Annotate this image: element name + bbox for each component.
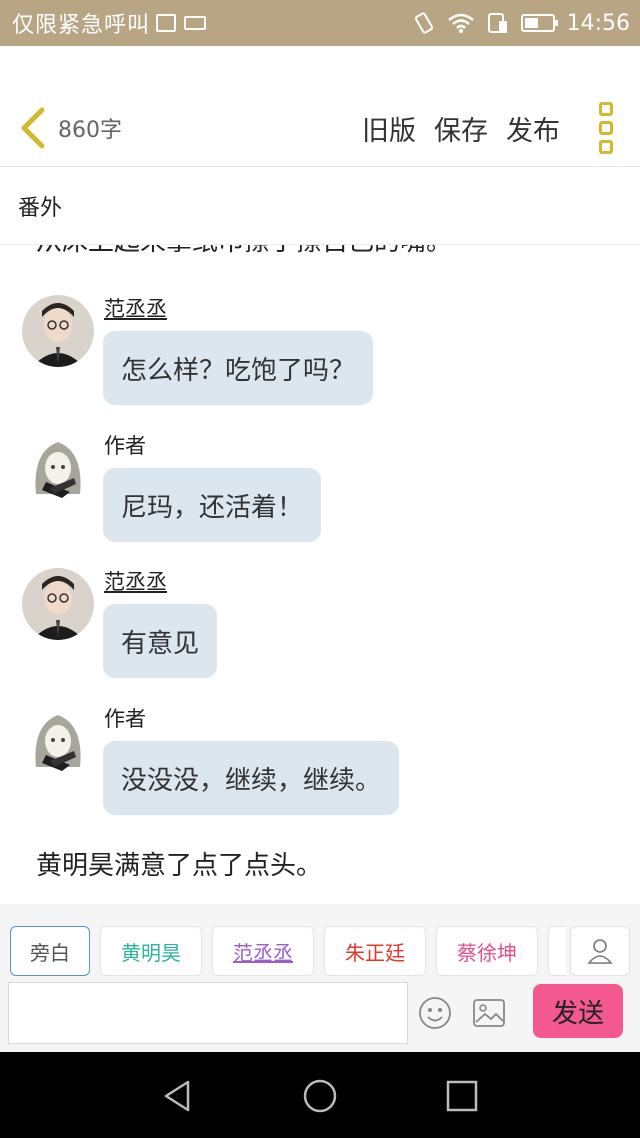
role-label: 旁白 bbox=[30, 940, 70, 965]
user-icon bbox=[587, 939, 613, 964]
role-button[interactable]: 范丞丞 bbox=[212, 926, 314, 976]
wifi-icon bbox=[447, 13, 474, 33]
more-menu-icon[interactable] bbox=[596, 102, 616, 154]
narration-text[interactable]: 黄明昊满意了点了点头。 bbox=[36, 845, 322, 882]
chapter-title[interactable]: 番外 bbox=[18, 190, 62, 222]
old-version-button[interactable]: 旧版 bbox=[362, 109, 416, 148]
speaker-name: 作者 bbox=[104, 434, 146, 458]
chat-bubble[interactable]: 怎么样？吃饱了吗？ bbox=[103, 331, 374, 405]
save-button[interactable]: 保存 bbox=[434, 109, 488, 148]
speaker-name: 范丞丞 bbox=[104, 570, 167, 594]
speaker-name: 范丞丞 bbox=[104, 297, 167, 321]
send-button[interactable]: 发送 bbox=[533, 984, 623, 1038]
anime-avatar[interactable] bbox=[22, 432, 94, 504]
image-picker-icon[interactable] bbox=[472, 998, 506, 1028]
composer-panel: 旁白 黄明昊 范丞丞 朱正廷 蔡徐坤 发送 bbox=[0, 904, 640, 1052]
role-narrator-button[interactable]: 旁白 bbox=[10, 926, 90, 976]
chat-bubble[interactable]: 没没没，继续，继续。 bbox=[103, 741, 400, 815]
role-label: 黄明昊 bbox=[121, 940, 181, 965]
nav-home-icon[interactable] bbox=[302, 1078, 338, 1114]
status-bar: 仅限紧急呼叫 14:56 bbox=[0, 0, 640, 46]
message-input[interactable] bbox=[8, 982, 408, 1044]
publish-button[interactable]: 发布 bbox=[506, 109, 560, 148]
keyboard-icon bbox=[184, 16, 207, 30]
chat-bubble[interactable]: 尼玛，还活着！ bbox=[103, 468, 322, 542]
back-chevron-icon[interactable] bbox=[16, 106, 48, 150]
role-button[interactable]: 黄明昊 bbox=[100, 926, 202, 976]
system-nav-bar bbox=[0, 1052, 640, 1138]
carrier-text: 仅限紧急呼叫 bbox=[12, 13, 151, 38]
vibrate-icon bbox=[414, 12, 433, 34]
editor-header: 860字 旧版 保存 发布 bbox=[0, 92, 640, 164]
nav-recents-icon[interactable] bbox=[446, 1080, 478, 1112]
sim-icon bbox=[487, 13, 507, 33]
narration-line-cut: 从床上起来拿纸巾擦了擦自己的嘴。 bbox=[36, 245, 452, 258]
role-button[interactable]: 蔡徐坤 bbox=[436, 926, 538, 976]
anime-avatar[interactable] bbox=[22, 705, 94, 777]
role-label: 范丞丞 bbox=[233, 940, 293, 965]
photo-avatar[interactable] bbox=[22, 568, 94, 640]
photo-avatar[interactable] bbox=[22, 295, 94, 367]
clock: 14:56 bbox=[566, 10, 630, 36]
battery-icon bbox=[520, 14, 558, 32]
role-label: 蔡徐坤 bbox=[457, 940, 517, 965]
speaker-name: 作者 bbox=[104, 707, 146, 731]
role-button-partial[interactable] bbox=[548, 926, 566, 976]
header-divider bbox=[0, 166, 640, 167]
word-count: 860字 bbox=[58, 118, 122, 143]
nav-back-icon[interactable] bbox=[160, 1078, 196, 1114]
emoji-icon[interactable] bbox=[418, 996, 452, 1030]
role-button[interactable]: 朱正廷 bbox=[324, 926, 426, 976]
chat-content[interactable]: 从床上起来拿纸巾擦了擦自己的嘴。 范丞丞 怎么样？吃饱了吗？ 作者 尼玛，还活着… bbox=[0, 245, 640, 905]
add-role-button[interactable] bbox=[570, 926, 630, 976]
image-icon bbox=[156, 14, 177, 32]
role-label: 朱正廷 bbox=[345, 940, 405, 965]
chat-bubble[interactable]: 有意见 bbox=[103, 604, 218, 678]
